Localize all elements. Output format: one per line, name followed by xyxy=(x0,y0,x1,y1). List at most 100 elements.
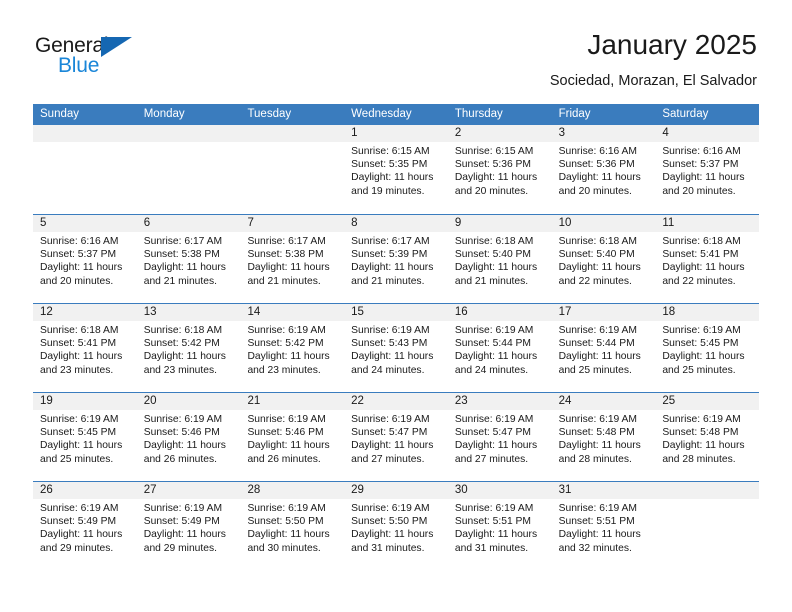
daylight-text-line2: and 26 minutes. xyxy=(247,453,321,465)
calendar-day-cell[interactable]: 7 Sunrise: 6:17 AM Sunset: 5:38 PM Daylight… xyxy=(240,215,345,303)
day-sun-info: Sunrise: 6:18 AM Sunset: 5:40 PM Daylight:… xyxy=(552,232,656,288)
calendar-day-cell[interactable]: 28 Sunrise: 6:19 AM Sunset: 5:50 PM Dayligh… xyxy=(240,482,345,570)
daylight-text-line1: Daylight: 11 hours xyxy=(662,351,745,363)
sunset-text: Sunset: 5:48 PM xyxy=(662,427,739,439)
daylight-text-line2: and 24 minutes. xyxy=(351,364,425,376)
day-sun-info: Sunrise: 6:19 AM Sunset: 5:45 PM Daylight:… xyxy=(655,321,759,377)
calendar-day-cell[interactable]: 30 Sunrise: 6:19 AM Sunset: 5:51 PM Dayligh… xyxy=(447,482,552,570)
calendar-day-cell[interactable]: 14 Sunrise: 6:19 AM Sunset: 5:42 PM Dayligh… xyxy=(240,304,345,392)
calendar-day-cell[interactable]: 15 Sunrise: 6:19 AM Sunset: 5:43 PM Dayligh… xyxy=(344,304,448,392)
sunrise-text: Sunrise: 6:18 AM xyxy=(143,325,223,336)
day-sun-info: Sunrise: 6:15 AM Sunset: 5:36 PM Daylight:… xyxy=(448,142,552,198)
calendar-day-cell[interactable]: 24 Sunrise: 6:19 AM Sunset: 5:48 PM Dayligh… xyxy=(551,393,656,481)
calendar-day-cell[interactable]: 10 Sunrise: 6:18 AM Sunset: 5:40 PM Dayligh… xyxy=(551,215,656,303)
daylight-text-line2: and 28 minutes. xyxy=(558,453,632,465)
sunrise-text: Sunrise: 6:17 AM xyxy=(247,236,326,247)
calendar-day-cell[interactable]: 13 Sunrise: 6:18 AM Sunset: 5:42 PM Dayligh… xyxy=(136,304,241,392)
daylight-text-line2: and 26 minutes. xyxy=(143,453,217,465)
calendar-day-cell[interactable]: 26 Sunrise: 6:19 AM Sunset: 5:49 PM Dayligh… xyxy=(33,482,137,570)
calendar-day-cell-empty xyxy=(655,482,760,570)
calendar-day-cell[interactable]: 1 Sunrise: 6:15 AM Sunset: 5:35 PM Daylight… xyxy=(344,125,448,214)
sunset-text: Sunset: 5:46 PM xyxy=(247,427,324,439)
daylight-text-line2: and 24 minutes. xyxy=(454,364,529,376)
daylight-text-line2: and 25 minutes. xyxy=(662,364,736,376)
sunrise-text: Sunrise: 6:15 AM xyxy=(351,146,430,157)
sunrise-text: Sunrise: 6:19 AM xyxy=(143,503,223,514)
daylight-text-line2: and 25 minutes. xyxy=(558,364,632,376)
calendar-day-cell[interactable]: 17 Sunrise: 6:19 AM Sunset: 5:44 PM Dayligh… xyxy=(551,304,656,392)
daylight-text-line2: and 20 minutes. xyxy=(558,185,632,197)
day-number: 3 xyxy=(551,125,656,142)
sunrise-text: Sunrise: 6:17 AM xyxy=(351,236,430,247)
calendar-day-cell[interactable]: 9 Sunrise: 6:18 AM Sunset: 5:40 PM Daylight… xyxy=(447,215,552,303)
day-number: 10 xyxy=(551,215,656,232)
day-number: 9 xyxy=(447,215,552,232)
sunrise-text: Sunrise: 6:18 AM xyxy=(40,325,119,336)
sunrise-text: Sunrise: 6:19 AM xyxy=(40,503,119,514)
page-subtitle-location: Sociedad, Morazan, El Salvador xyxy=(549,73,757,89)
sunset-text: Sunset: 5:45 PM xyxy=(40,427,117,439)
calendar-day-cell[interactable]: 11 Sunrise: 6:18 AM Sunset: 5:41 PM Dayligh… xyxy=(655,215,760,303)
calendar-day-cell[interactable]: 19 Sunrise: 6:19 AM Sunset: 5:45 PM Dayligh… xyxy=(33,393,137,481)
calendar-day-cell[interactable]: 27 Sunrise: 6:19 AM Sunset: 5:49 PM Dayligh… xyxy=(136,482,241,570)
sunrise-text: Sunrise: 6:18 AM xyxy=(454,236,534,247)
calendar-day-cell[interactable]: 20 Sunrise: 6:19 AM Sunset: 5:46 PM Dayligh… xyxy=(136,393,241,481)
daylight-text-line2: and 21 minutes. xyxy=(143,275,217,287)
day-number: 17 xyxy=(551,304,656,321)
daylight-text-line2: and 31 minutes. xyxy=(351,542,425,554)
daylight-text-line2: and 19 minutes. xyxy=(351,185,425,197)
sunset-text: Sunset: 5:50 PM xyxy=(351,516,428,528)
calendar-day-cell[interactable]: 4 Sunrise: 6:16 AM Sunset: 5:37 PM Daylight… xyxy=(655,125,760,214)
daylight-text-line2: and 21 minutes. xyxy=(454,275,529,287)
sunrise-text: Sunrise: 6:19 AM xyxy=(247,503,326,514)
daylight-text-line2: and 20 minutes. xyxy=(662,185,736,197)
sunset-text: Sunset: 5:38 PM xyxy=(247,249,324,261)
day-sun-info: Sunrise: 6:16 AM Sunset: 5:37 PM Daylight:… xyxy=(33,232,137,288)
calendar-day-cell[interactable]: 8 Sunrise: 6:17 AM Sunset: 5:39 PM Daylight… xyxy=(344,215,448,303)
calendar-day-cell[interactable]: 5 Sunrise: 6:16 AM Sunset: 5:37 PM Daylight… xyxy=(33,215,137,303)
daylight-text-line1: Daylight: 11 hours xyxy=(247,351,330,363)
sunset-text: Sunset: 5:37 PM xyxy=(662,159,739,171)
sunset-text: Sunset: 5:50 PM xyxy=(247,516,324,528)
daylight-text-line2: and 27 minutes. xyxy=(454,453,529,465)
day-sun-info: Sunrise: 6:19 AM Sunset: 5:48 PM Daylight:… xyxy=(655,410,759,466)
calendar-day-cell[interactable]: 21 Sunrise: 6:19 AM Sunset: 5:46 PM Dayligh… xyxy=(240,393,345,481)
day-sun-info: Sunrise: 6:18 AM Sunset: 5:41 PM Daylight:… xyxy=(33,321,137,377)
daylight-text-line1: Daylight: 11 hours xyxy=(558,351,641,363)
day-number: 8 xyxy=(344,215,448,232)
calendar-week-row: 26 Sunrise: 6:19 AM Sunset: 5:49 PM Dayligh… xyxy=(33,481,760,570)
daylight-text-line1: Daylight: 11 hours xyxy=(351,172,434,184)
day-number: 16 xyxy=(447,304,552,321)
sunrise-text: Sunrise: 6:19 AM xyxy=(454,325,534,336)
sunset-text: Sunset: 5:51 PM xyxy=(558,516,635,528)
day-number: 12 xyxy=(33,304,137,321)
daylight-text-line1: Daylight: 11 hours xyxy=(662,440,745,452)
day-number: 22 xyxy=(344,393,448,410)
calendar-day-cell[interactable]: 12 Sunrise: 6:18 AM Sunset: 5:41 PM Dayligh… xyxy=(33,304,137,392)
daylight-text-line1: Daylight: 11 hours xyxy=(143,262,226,274)
calendar-day-cell[interactable]: 6 Sunrise: 6:17 AM Sunset: 5:38 PM Daylight… xyxy=(136,215,241,303)
day-sun-info: Sunrise: 6:19 AM Sunset: 5:50 PM Daylight:… xyxy=(240,499,344,555)
calendar-day-cell[interactable]: 29 Sunrise: 6:19 AM Sunset: 5:50 PM Dayligh… xyxy=(344,482,448,570)
calendar-day-cell[interactable]: 2 Sunrise: 6:15 AM Sunset: 5:36 PM Daylight… xyxy=(447,125,552,214)
page-header: General Blue January 2025 Sociedad, Mora… xyxy=(35,28,757,96)
daylight-text-line1: Daylight: 11 hours xyxy=(662,172,745,184)
daylight-text-line1: Daylight: 11 hours xyxy=(247,529,330,541)
calendar-day-cell[interactable]: 23 Sunrise: 6:19 AM Sunset: 5:47 PM Dayligh… xyxy=(447,393,552,481)
calendar-day-cell[interactable]: 16 Sunrise: 6:19 AM Sunset: 5:44 PM Dayligh… xyxy=(447,304,552,392)
calendar-day-cell[interactable]: 31 Sunrise: 6:19 AM Sunset: 5:51 PM Dayligh… xyxy=(551,482,656,570)
general-blue-logo[interactable]: General Blue xyxy=(35,34,175,82)
calendar-day-cell[interactable]: 18 Sunrise: 6:19 AM Sunset: 5:45 PM Dayligh… xyxy=(655,304,760,392)
day-sun-info: Sunrise: 6:16 AM Sunset: 5:37 PM Daylight:… xyxy=(655,142,759,198)
calendar-day-cell[interactable]: 25 Sunrise: 6:19 AM Sunset: 5:48 PM Dayligh… xyxy=(655,393,760,481)
calendar-day-cell[interactable]: 22 Sunrise: 6:19 AM Sunset: 5:47 PM Dayligh… xyxy=(344,393,448,481)
calendar-day-cell[interactable]: 3 Sunrise: 6:16 AM Sunset: 5:36 PM Daylight… xyxy=(551,125,656,214)
daylight-text-line2: and 32 minutes. xyxy=(558,542,632,554)
daylight-text-line1: Daylight: 11 hours xyxy=(454,529,538,541)
day-sun-info: Sunrise: 6:19 AM Sunset: 5:48 PM Daylight:… xyxy=(552,410,656,466)
day-sun-info: Sunrise: 6:19 AM Sunset: 5:46 PM Daylight:… xyxy=(137,410,241,466)
sunset-text: Sunset: 5:40 PM xyxy=(558,249,635,261)
day-number: 15 xyxy=(344,304,448,321)
day-sun-info: Sunrise: 6:18 AM Sunset: 5:41 PM Daylight:… xyxy=(655,232,759,288)
day-number: 19 xyxy=(33,393,137,410)
